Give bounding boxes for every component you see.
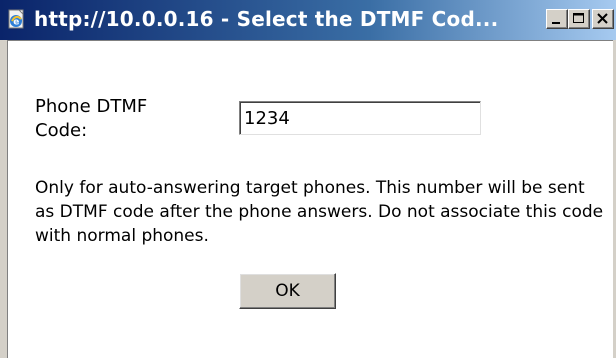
minimize-button[interactable] (546, 9, 568, 29)
ie-page-icon: e (6, 8, 28, 30)
maximize-icon (573, 13, 584, 23)
ok-button[interactable]: OK (239, 273, 336, 309)
phone-dtmf-code-label: Phone DTMF Code: (35, 96, 148, 141)
minimize-icon (552, 22, 560, 24)
dtmf-code-input[interactable] (239, 101, 481, 135)
close-button[interactable] (592, 9, 614, 29)
dtmf-help-text: Only for auto-answering target phones. T… (35, 178, 604, 246)
title-bar[interactable]: e http://10.0.0.16 - Select the DTMF Cod… (0, 0, 616, 40)
dialog-window: e http://10.0.0.16 - Select the DTMF Cod… (0, 0, 616, 358)
window-title: http://10.0.0.16 - Select the DTMF Cod..… (34, 7, 499, 31)
maximize-button[interactable] (568, 9, 590, 29)
svg-text:e: e (13, 18, 19, 28)
close-icon (597, 13, 608, 24)
dialog-client-area: Phone DTMF Code: Only for auto-answering… (7, 40, 613, 358)
